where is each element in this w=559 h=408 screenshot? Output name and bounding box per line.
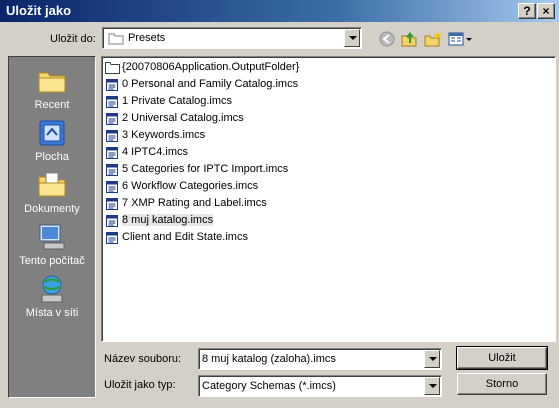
- filename-input[interactable]: 8 muj katalog (zaloha).imcs: [198, 348, 442, 370]
- filetype-value: Category Schemas (*.imcs): [202, 380, 336, 392]
- file-name: 1 Private Catalog.imcs: [122, 95, 233, 107]
- imcs-file-icon: [106, 113, 118, 125]
- list-item[interactable]: 7 XMP Rating and Label.imcs: [105, 196, 270, 211]
- close-button[interactable]: ×: [537, 3, 555, 19]
- imcs-file-icon: [106, 96, 118, 108]
- places-bar: Recent Plocha Dokumenty Tento počítač Mí…: [8, 56, 96, 398]
- desktop-icon: [39, 120, 65, 146]
- place-my-computer[interactable]: Tento počítač: [9, 221, 95, 267]
- view-menu-icon[interactable]: [447, 30, 473, 48]
- folder-icon: [108, 33, 124, 45]
- imcs-file-icon: [106, 130, 118, 142]
- title-bar[interactable]: Uložit jako ? ×: [0, 0, 559, 22]
- file-name: {20070806Application.OutputFolder}: [122, 61, 300, 73]
- up-folder-icon[interactable]: [399, 30, 419, 48]
- save-in-dropdown[interactable]: Presets: [102, 27, 362, 49]
- save-in-value: Presets: [128, 32, 166, 44]
- new-folder-icon[interactable]: [423, 30, 443, 48]
- filename-value: 8 muj katalog (zaloha).imcs: [202, 353, 336, 365]
- list-item[interactable]: {20070806Application.OutputFolder}: [105, 60, 302, 75]
- file-name: 4 IPTC4.imcs: [122, 146, 189, 158]
- imcs-file-icon: [106, 198, 118, 210]
- imcs-file-icon: [106, 232, 118, 244]
- file-name: Client and Edit State.imcs: [122, 231, 248, 243]
- back-icon[interactable]: [377, 30, 397, 48]
- imcs-file-icon: [106, 181, 118, 193]
- file-name: 3 Keywords.imcs: [122, 129, 206, 141]
- file-name: 5 Categories for IPTC Import.imcs: [122, 163, 289, 175]
- save-in-label: Uložit do:: [50, 33, 96, 45]
- save-button[interactable]: Uložit: [456, 346, 548, 370]
- chevron-down-icon[interactable]: [424, 377, 440, 395]
- list-item[interactable]: 4 IPTC4.imcs: [105, 145, 191, 160]
- file-name: 8 muj katalog.imcs: [122, 214, 214, 226]
- imcs-file-icon: [106, 164, 118, 176]
- help-button[interactable]: ?: [518, 3, 536, 19]
- file-name: 6 Workflow Categories.imcs: [122, 180, 259, 192]
- filename-label: Název souboru:: [104, 353, 182, 365]
- chevron-down-icon[interactable]: [344, 29, 360, 47]
- list-item[interactable]: 0 Personal and Family Catalog.imcs: [105, 77, 301, 92]
- list-item[interactable]: 1 Private Catalog.imcs: [105, 94, 235, 109]
- place-network[interactable]: Místa v síti: [9, 273, 95, 319]
- my-computer-icon: [39, 224, 65, 250]
- cancel-button[interactable]: Storno: [457, 373, 547, 395]
- imcs-file-icon: [106, 215, 118, 227]
- list-item[interactable]: 2 Universal Catalog.imcs: [105, 111, 247, 126]
- list-item-selected[interactable]: 8 muj katalog.imcs: [105, 213, 216, 228]
- place-label: Recent: [34, 99, 70, 111]
- file-list[interactable]: {20070806Application.OutputFolder} 0 Per…: [101, 56, 556, 342]
- save-as-dialog: Uložit jako ? × Uložit do: Presets Recen…: [0, 0, 559, 408]
- file-name: 0 Personal and Family Catalog.imcs: [122, 78, 299, 90]
- file-name: 2 Universal Catalog.imcs: [122, 112, 244, 124]
- folder-icon: [105, 62, 120, 74]
- chevron-down-icon[interactable]: [424, 350, 440, 368]
- list-item[interactable]: 6 Workflow Categories.imcs: [105, 179, 261, 194]
- recent-folder-icon: [38, 72, 66, 93]
- list-item[interactable]: 3 Keywords.imcs: [105, 128, 208, 143]
- place-label: Tento počítač: [19, 255, 85, 267]
- dialog-title: Uložit jako: [6, 3, 72, 18]
- place-label: Místa v síti: [25, 307, 79, 319]
- place-documents[interactable]: Dokumenty: [9, 169, 95, 215]
- documents-folder-icon: [38, 172, 66, 197]
- file-name: 7 XMP Rating and Label.imcs: [122, 197, 267, 209]
- imcs-file-icon: [106, 147, 118, 159]
- place-label: Plocha: [35, 151, 69, 163]
- place-label: Dokumenty: [24, 203, 80, 215]
- network-places-icon: [41, 275, 63, 303]
- place-recent[interactable]: Recent: [9, 65, 95, 111]
- list-item[interactable]: 5 Categories for IPTC Import.imcs: [105, 162, 291, 177]
- imcs-file-icon: [106, 79, 118, 91]
- place-desktop[interactable]: Plocha: [9, 117, 95, 163]
- filetype-label: Uložit jako typ:: [104, 379, 176, 391]
- list-item[interactable]: Client and Edit State.imcs: [105, 230, 251, 245]
- filetype-dropdown[interactable]: Category Schemas (*.imcs): [198, 375, 442, 397]
